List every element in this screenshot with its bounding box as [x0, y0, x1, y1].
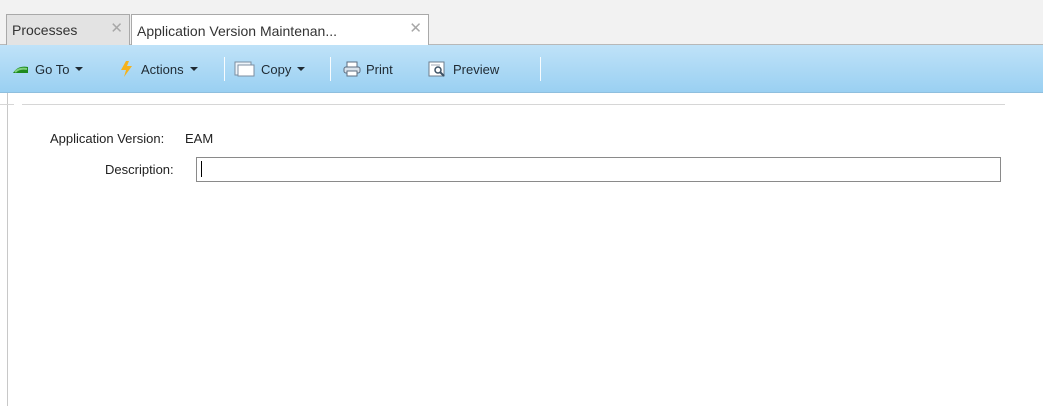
chevron-down-icon — [75, 67, 84, 71]
close-icon[interactable]: ✕ — [110, 21, 123, 37]
toolbar-separator — [224, 57, 225, 81]
chevron-down-icon — [297, 67, 306, 71]
tab-label: Processes — [12, 22, 78, 38]
copy-label: Copy — [261, 61, 292, 77]
preview-icon — [428, 61, 448, 77]
copy-icon — [234, 61, 256, 77]
printer-icon — [343, 61, 361, 77]
application-version-label: Application Version: — [50, 131, 165, 146]
description-label: Description: — [105, 162, 174, 177]
go-to-button[interactable]: Go To — [12, 60, 84, 78]
application-version-value: EAM — [185, 131, 214, 146]
print-label: Print — [366, 61, 393, 77]
preview-label: Preview — [453, 61, 500, 77]
preview-button[interactable]: Preview — [428, 60, 499, 78]
toolbar-separator — [330, 57, 331, 81]
copy-button[interactable]: Copy — [234, 60, 306, 78]
toolbar-separator — [540, 57, 541, 81]
print-button[interactable]: Print — [343, 60, 393, 78]
actions-label: Actions — [141, 61, 184, 77]
actions-button[interactable]: Actions — [118, 60, 198, 78]
tab-label: Application Version Maintenan... — [137, 22, 338, 39]
divider — [22, 104, 1005, 105]
text-cursor — [201, 161, 202, 177]
chevron-down-icon — [189, 67, 198, 71]
tab-processes[interactable]: Processes ✕ — [6, 14, 130, 45]
lightning-icon — [118, 61, 136, 77]
toolbar: Go To Actions Copy Print Preview — [0, 45, 1043, 93]
panel-border — [7, 93, 8, 406]
go-to-arrow-icon — [12, 61, 30, 77]
application-window: Processes ✕ Application Version Maintena… — [0, 0, 1043, 406]
description-input[interactable] — [196, 157, 1001, 182]
close-icon[interactable]: ✕ — [409, 21, 422, 37]
divider — [0, 104, 14, 105]
go-to-label: Go To — [35, 61, 70, 77]
tab-application-version-maintenance[interactable]: Application Version Maintenan... ✕ — [131, 14, 429, 46]
tab-strip: Processes ✕ Application Version Maintena… — [0, 0, 1043, 46]
